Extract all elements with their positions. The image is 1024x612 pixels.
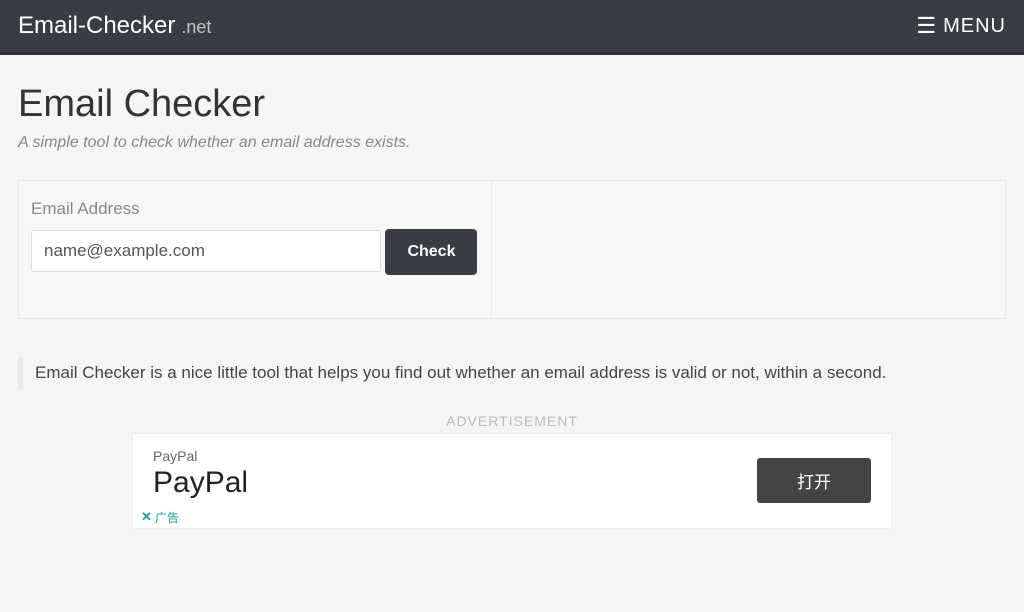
- ad-close-text: 广告: [155, 509, 179, 526]
- form-container: Email Address Check: [18, 180, 1006, 319]
- main-content: Email Checker A simple tool to check whe…: [0, 55, 1024, 529]
- page-title: Email Checker: [18, 83, 1006, 126]
- form-right-panel: [492, 181, 1005, 318]
- ad-brand-large: PayPal: [153, 466, 248, 500]
- hamburger-icon: ☰: [916, 13, 937, 39]
- advertisement-label: ADVERTISEMENT: [18, 413, 1006, 429]
- description-text: Email Checker is a nice little tool that…: [35, 361, 1006, 385]
- description-block: Email Checker is a nice little tool that…: [18, 357, 1006, 389]
- logo-main-text: Email-Checker: [18, 12, 175, 40]
- page-subtitle: A simple tool to check whether an email …: [18, 134, 1006, 152]
- menu-button[interactable]: ☰ MENU: [916, 13, 1006, 39]
- menu-label: MENU: [943, 15, 1006, 38]
- email-input[interactable]: [31, 230, 381, 272]
- ad-brand-small: PayPal: [153, 448, 248, 464]
- ad-cta-button[interactable]: 打开: [757, 458, 871, 503]
- form-panel: Email Address Check: [19, 181, 492, 318]
- main-header: Email-Checker .net ☰ MENU: [0, 0, 1024, 55]
- advertisement-container: PayPal PayPal 打开 ✕ 广告: [132, 433, 892, 529]
- close-icon: ✕: [141, 509, 152, 525]
- check-button[interactable]: Check: [385, 229, 477, 275]
- logo-suffix-text: .net: [181, 17, 211, 38]
- site-logo[interactable]: Email-Checker .net: [18, 12, 211, 40]
- email-label: Email Address: [31, 199, 479, 219]
- ad-close-control[interactable]: ✕ 广告: [141, 509, 179, 526]
